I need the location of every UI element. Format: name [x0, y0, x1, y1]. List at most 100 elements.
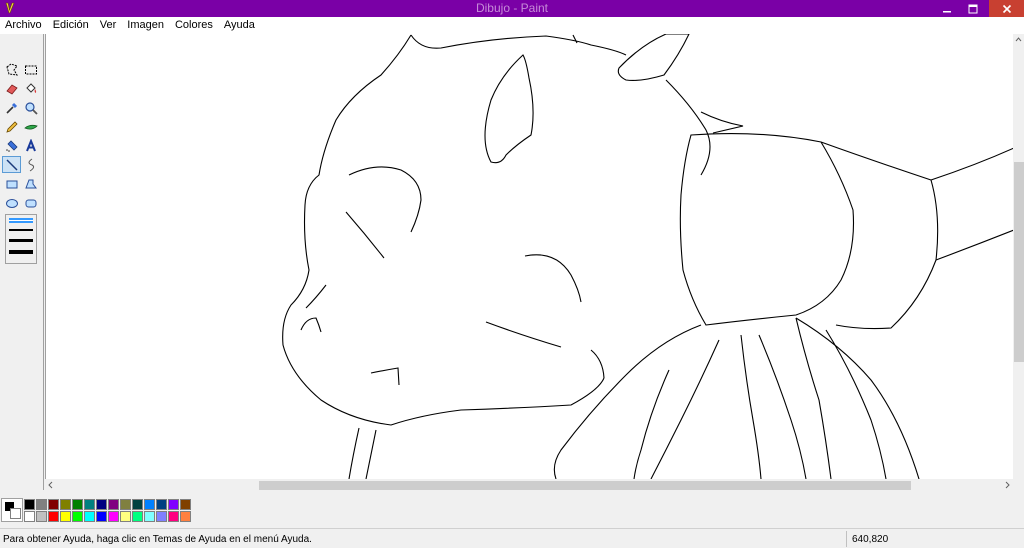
menu-archivo[interactable]: Archivo [5, 19, 42, 32]
close-icon [1002, 4, 1011, 13]
window-title: Dibujo - Paint [475, 1, 549, 15]
menu-ayuda[interactable]: Ayuda [224, 19, 255, 32]
tool-text[interactable] [21, 137, 40, 154]
line-width-options [5, 214, 37, 264]
menu-bar: Archivo Edición Ver Imagen Colores Ayuda [0, 17, 1024, 34]
palette-swatch[interactable] [132, 499, 143, 510]
menu-edicion[interactable]: Edición [53, 19, 89, 32]
close-button[interactable] [989, 0, 1024, 17]
minimize-icon [943, 10, 951, 12]
palette-swatch[interactable] [36, 499, 47, 510]
toolbox [0, 34, 44, 490]
scroll-right-button[interactable] [1002, 479, 1013, 491]
palette-swatch[interactable] [180, 499, 191, 510]
line-width-3[interactable] [9, 239, 33, 242]
palette-swatch[interactable] [84, 511, 95, 522]
status-bar: Para obtener Ayuda, haga clic en Temas d… [0, 528, 1024, 548]
palette-swatch[interactable] [168, 499, 179, 510]
brush-icon [23, 124, 38, 130]
palette-swatch[interactable] [96, 511, 107, 522]
tool-ellipse[interactable] [2, 194, 21, 211]
palette-swatch[interactable] [60, 499, 71, 510]
scroll-up-icon [1015, 37, 1022, 42]
palette-swatch[interactable] [168, 511, 179, 522]
eyedropper-icon [5, 102, 17, 114]
magnifier-icon [24, 101, 38, 115]
line-icon [5, 158, 18, 171]
tool-airbrush[interactable] [2, 137, 21, 154]
rounded-rectangle-icon [25, 199, 36, 207]
palette-swatch[interactable] [156, 499, 167, 510]
status-separator [846, 531, 847, 547]
palette-swatch[interactable] [84, 499, 95, 510]
palette-swatch[interactable] [108, 499, 119, 510]
status-coordinates: 640,820 [852, 534, 889, 545]
tool-free-select[interactable] [2, 61, 21, 78]
minimize-button[interactable] [934, 0, 960, 17]
curve-icon [28, 158, 34, 171]
tool-curve[interactable] [21, 156, 40, 173]
palette-swatch[interactable] [48, 511, 59, 522]
title-bar[interactable]: Dibujo - Paint [0, 0, 1024, 17]
paint-bucket-icon [25, 82, 36, 93]
palette-swatch[interactable] [120, 499, 131, 510]
tool-rounded-rectangle[interactable] [21, 194, 40, 211]
palette-swatch[interactable] [24, 511, 35, 522]
current-colors[interactable] [1, 498, 23, 522]
vertical-scrollbar[interactable] [1013, 34, 1024, 479]
free-select-icon [5, 62, 18, 76]
tool-pick-color[interactable] [2, 99, 21, 116]
color-palette [0, 491, 1024, 528]
polygon-icon [24, 179, 37, 188]
scroll-left-button[interactable] [45, 479, 56, 491]
scroll-left-icon [48, 481, 53, 489]
palette-swatch[interactable] [156, 511, 167, 522]
airbrush-icon [5, 139, 18, 152]
line-width-1[interactable] [9, 218, 33, 223]
tool-line[interactable] [2, 156, 21, 173]
palette-swatch[interactable] [144, 511, 155, 522]
line-width-2[interactable] [9, 229, 33, 231]
tool-brush[interactable] [21, 118, 40, 135]
status-help-text: Para obtener Ayuda, haga clic en Temas d… [3, 534, 312, 545]
maximize-icon [968, 4, 978, 13]
tool-fill[interactable] [21, 80, 40, 97]
tool-rect-select[interactable] [21, 61, 40, 78]
palette-swatch[interactable] [180, 511, 191, 522]
drawing-canvas[interactable] [45, 34, 1013, 479]
palette-swatch[interactable] [72, 511, 83, 522]
tool-polygon[interactable] [21, 175, 40, 192]
palette-swatch[interactable] [96, 499, 107, 510]
scroll-corner [1013, 479, 1024, 491]
palette-swatch[interactable] [144, 499, 155, 510]
eraser-icon [5, 83, 18, 95]
menu-colores[interactable]: Colores [175, 19, 213, 32]
horizontal-scroll-thumb[interactable] [259, 481, 911, 490]
palette-swatch[interactable] [72, 499, 83, 510]
tool-magnifier[interactable] [21, 99, 40, 116]
line-width-4[interactable] [9, 250, 33, 254]
background-color [10, 508, 21, 519]
menu-ver[interactable]: Ver [100, 19, 117, 32]
palette-swatch[interactable] [120, 511, 131, 522]
menu-imagen[interactable]: Imagen [127, 19, 164, 32]
scroll-up-button[interactable] [1013, 34, 1024, 45]
palette-swatch[interactable] [60, 511, 71, 522]
pencil-icon [5, 120, 18, 133]
paint-window: Dibujo - Paint Archivo Edición Ver Image… [0, 0, 1024, 548]
tool-pencil[interactable] [2, 118, 21, 135]
tool-rectangle[interactable] [2, 175, 21, 192]
palette-swatch[interactable] [108, 511, 119, 522]
drawing-image [282, 34, 1013, 479]
rect-select-icon [24, 65, 37, 74]
maximize-button[interactable] [960, 0, 986, 17]
scroll-right-icon [1005, 481, 1010, 489]
ellipse-icon [5, 198, 18, 208]
palette-swatch[interactable] [36, 511, 47, 522]
palette-swatch[interactable] [132, 511, 143, 522]
palette-swatch[interactable] [24, 499, 35, 510]
tool-eraser[interactable] [2, 80, 21, 97]
vertical-scroll-thumb[interactable] [1014, 162, 1024, 362]
palette-swatch[interactable] [48, 499, 59, 510]
horizontal-scrollbar[interactable] [45, 479, 1013, 491]
